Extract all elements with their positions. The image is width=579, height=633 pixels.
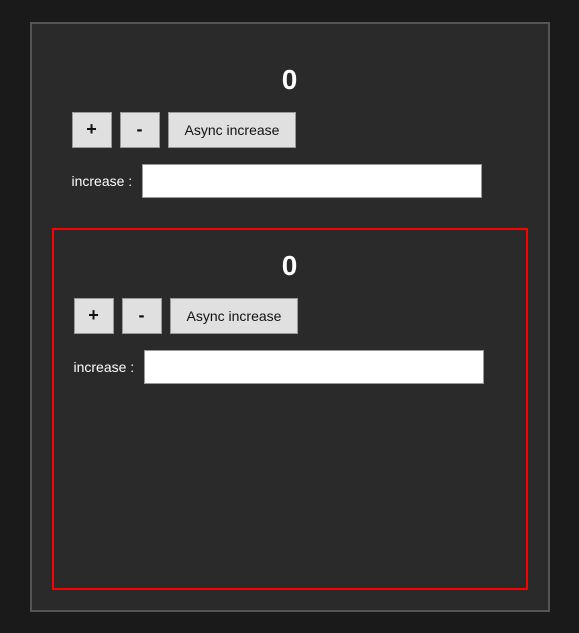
count-display-2: 0 — [64, 250, 516, 282]
main-container: 0 + - Async increase increase : 0 + - As… — [30, 22, 550, 612]
increase-input-2[interactable] — [144, 350, 484, 384]
count-display-1: 0 — [62, 64, 518, 96]
async-increase-button-1[interactable]: Async increase — [168, 112, 297, 148]
increase-label-2: increase : — [74, 359, 135, 375]
async-increase-button-2[interactable]: Async increase — [170, 298, 299, 334]
increase-input-1[interactable] — [142, 164, 482, 198]
increase-label-1: increase : — [72, 173, 133, 189]
plus-button-1[interactable]: + — [72, 112, 112, 148]
buttons-row-1: + - Async increase — [62, 112, 518, 148]
plus-button-2[interactable]: + — [74, 298, 114, 334]
counter-section-1: 0 + - Async increase increase : — [52, 44, 528, 208]
increase-row-1: increase : — [62, 164, 518, 198]
minus-button-2[interactable]: - — [122, 298, 162, 334]
buttons-row-2: + - Async increase — [64, 298, 516, 334]
counter-section-2: 0 + - Async increase increase : — [52, 228, 528, 590]
increase-row-2: increase : — [64, 350, 516, 384]
minus-button-1[interactable]: - — [120, 112, 160, 148]
